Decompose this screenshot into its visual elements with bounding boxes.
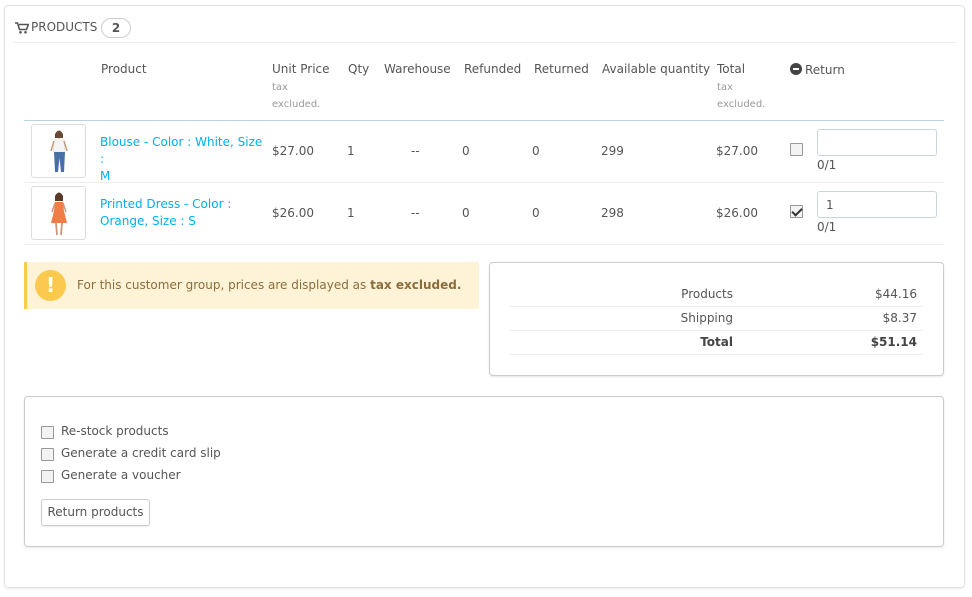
returned: 0: [532, 144, 540, 158]
return-quantity-input[interactable]: [817, 191, 937, 218]
restock-label: Re-stock products: [61, 424, 169, 438]
credit-slip-checkbox[interactable]: [41, 448, 54, 461]
totals-row-products: Products $44.16: [510, 283, 923, 307]
col-unit-price-note-2: excluded.: [272, 99, 321, 110]
col-return-label: Return: [805, 63, 845, 77]
products-label: Products: [681, 287, 733, 301]
col-available: Available quantity: [602, 62, 711, 76]
blouse-model-image: [50, 130, 68, 172]
unit-price: $27.00: [272, 144, 314, 158]
product-count-badge: 2: [101, 18, 131, 38]
refunded: 0: [462, 206, 470, 220]
return-checkbox[interactable]: [790, 205, 803, 218]
col-returned: Returned: [534, 62, 589, 76]
panel-heading: Products 2: [13, 12, 956, 43]
col-qty: Qty: [348, 62, 370, 76]
product-thumbnail: [31, 124, 86, 178]
warning-icon: !: [35, 270, 66, 301]
col-product: Product: [101, 62, 147, 76]
col-return: Return: [790, 62, 845, 77]
return-quantity-input[interactable]: [817, 129, 937, 156]
col-total-note-1: tax: [717, 82, 733, 93]
qty: 1: [347, 144, 355, 158]
totals-panel: Products $44.16 Shipping $8.37 Total $51…: [489, 262, 944, 376]
col-refunded: Refunded: [464, 62, 522, 76]
voucher-label: Generate a voucher: [61, 468, 181, 482]
totals-row-shipping: Shipping $8.37: [510, 307, 923, 331]
col-warehouse: Warehouse: [384, 62, 451, 76]
product-link[interactable]: Blouse - Color : White, Size :M: [100, 134, 265, 185]
table-row: Printed Dress - Color : Orange, Size : S …: [24, 182, 944, 244]
return-quantity-max: 0/1: [817, 220, 837, 234]
warehouse: --: [411, 144, 420, 158]
col-total-note-2: excluded.: [717, 99, 766, 110]
return-products-button[interactable]: Return products: [41, 499, 150, 526]
products-value: $44.16: [875, 287, 917, 301]
unit-price: $26.00: [272, 206, 314, 220]
return-options-panel: Re-stock products Generate a credit card…: [24, 396, 944, 547]
qty: 1: [347, 206, 355, 220]
returned: 0: [532, 206, 540, 220]
alert-message: For this customer group, prices are disp…: [77, 278, 462, 292]
panel-title: Products: [31, 20, 98, 34]
row-divider: [24, 244, 944, 245]
row-total: $27.00: [716, 144, 758, 158]
total-value: $51.14: [870, 335, 917, 349]
totals-row-total: Total $51.14: [510, 331, 923, 355]
restock-checkbox[interactable]: [41, 426, 54, 439]
product-link[interactable]: Printed Dress - Color : Orange, Size : S: [100, 196, 265, 230]
row-total: $26.00: [716, 206, 758, 220]
credit-slip-label: Generate a credit card slip: [61, 446, 221, 460]
table-row: Blouse - Color : White, Size :M $27.00 1…: [24, 120, 944, 185]
tax-alert: ! For this customer group, prices are di…: [24, 262, 479, 309]
minus-circle-icon: [790, 63, 802, 75]
shipping-value: $8.37: [882, 311, 917, 325]
available-quantity: 298: [601, 206, 624, 220]
return-checkbox[interactable]: [790, 143, 803, 156]
warehouse: --: [411, 206, 420, 220]
product-thumbnail: [31, 186, 86, 240]
col-unit-price-note-1: tax: [272, 82, 288, 93]
dress-model-image: [51, 192, 67, 236]
available-quantity: 299: [601, 144, 624, 158]
refunded: 0: [462, 144, 470, 158]
col-unit-price: Unit Price: [272, 62, 330, 76]
total-label: Total: [700, 335, 733, 349]
shipping-label: Shipping: [680, 311, 733, 325]
return-quantity-max: 0/1: [817, 158, 837, 172]
col-total: Total: [717, 62, 746, 76]
shopping-cart-icon: [15, 22, 29, 34]
voucher-checkbox[interactable]: [41, 470, 54, 483]
